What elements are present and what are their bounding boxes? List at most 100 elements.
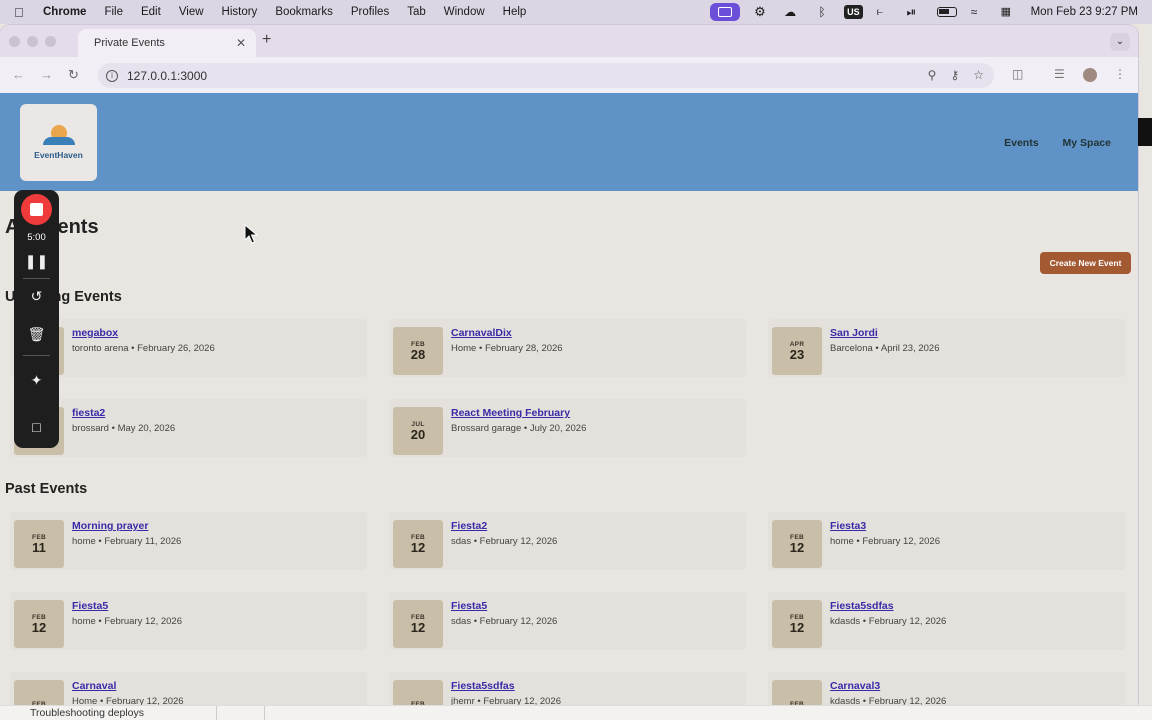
event-card[interactable]: FEB 12 Fiesta5sdfas kdasds • February 12, 2…	[768, 592, 1125, 650]
pause-icon[interactable]: ❚❚	[14, 253, 59, 270]
event-card[interactable]: fiesta2 brossard • May 20, 2026	[10, 399, 367, 457]
password-key-icon[interactable]: ⚷	[950, 68, 959, 82]
site-header: EventHaven Events My Space	[0, 93, 1138, 191]
event-card[interactable]: FEB Carnaval Home • February 12, 2026	[10, 672, 367, 705]
event-card[interactable]: JUL 20 React Meeting February Brossard gara…	[389, 399, 746, 457]
settings-gear-icon[interactable]: ⚙	[754, 5, 770, 18]
chrome-menu-icon[interactable]: ⋮	[1114, 67, 1126, 81]
event-date-badge: FEB 12	[14, 600, 64, 648]
bluetooth-icon[interactable]: ᛒ	[814, 6, 830, 18]
menu-history[interactable]: History	[222, 6, 258, 18]
camera-icon[interactable]: □	[14, 419, 59, 435]
url-text[interactable]: 127.0.0.1:3000	[127, 69, 207, 83]
screen-share-icon[interactable]	[710, 3, 741, 21]
event-card[interactable]: APR 23 San Jordi Barcelona • April 23, 2026	[768, 319, 1125, 377]
menu-help[interactable]: Help	[503, 6, 527, 18]
apple-icon[interactable]: 	[14, 5, 34, 20]
event-title-link[interactable]: Fiesta2	[451, 520, 487, 532]
event-title-link[interactable]: Fiesta5	[451, 600, 487, 612]
event-day: 23	[789, 346, 805, 362]
new-tab-icon[interactable]: +	[262, 31, 271, 49]
create-new-event-button[interactable]: Create New Event	[1040, 252, 1131, 274]
menu-edit[interactable]: Edit	[141, 6, 161, 18]
event-card[interactable]: FEB 12 Fiesta2 sdas • February 12, 2026	[389, 512, 746, 570]
recorder-divider	[23, 278, 50, 279]
wifi-icon[interactable]: ≈	[971, 6, 987, 18]
menu-bookmarks[interactable]: Bookmarks	[275, 6, 333, 18]
battery-icon[interactable]	[936, 7, 957, 17]
browser-window: Private Events ✕ + ⌄ ← → ↻ i 127.0.0.1:3…	[0, 25, 1138, 705]
control-center-icon[interactable]: ▦	[1001, 6, 1017, 18]
event-card[interactable]: FEB 12 Fiesta5 sdas • February 12, 2026	[389, 592, 746, 650]
cloud-icon[interactable]: ☁	[784, 6, 800, 18]
event-card[interactable]: megabox toronto arena • February 26, 2026	[10, 319, 367, 377]
event-location-date: home • February 12, 2026	[72, 616, 183, 627]
maximize-window-button[interactable]	[45, 36, 56, 47]
event-title-link[interactable]: CarnavalDix	[451, 327, 512, 339]
tab-search-chevron-icon[interactable]: ⌄	[1110, 33, 1130, 51]
event-card[interactable]: FEB 28 CarnavalDix Home • February 28, 2026	[389, 319, 746, 377]
taskbar-strip: Troubleshooting deploys	[0, 705, 1152, 720]
nav-events-link[interactable]: Events	[1004, 137, 1038, 149]
forward-arrow-icon[interactable]: →	[40, 67, 53, 82]
nav-my-space-link[interactable]: My Space	[1063, 137, 1111, 149]
background-window-edge	[1138, 118, 1152, 146]
page-viewport: EventHaven Events My Space Aents Create …	[0, 93, 1138, 705]
menubar-datetime[interactable]: Mon Feb 23 9:27 PM	[1031, 6, 1138, 18]
recording-timer: 5:00	[27, 232, 46, 243]
back-arrow-icon[interactable]: ←	[12, 67, 25, 82]
stop-recording-button[interactable]	[21, 194, 52, 225]
profile-avatar[interactable]	[1083, 68, 1097, 82]
event-title-link[interactable]: React Meeting February	[451, 407, 570, 419]
menubar-status-area: ⚙ ☁ ᛒ US ⥼ ⏯ ≈ ▦ Mon Feb 23 9:27 PM	[710, 0, 1138, 24]
tab-close-icon[interactable]: ✕	[236, 36, 246, 50]
event-location-date: sdas • February 12, 2026	[451, 536, 558, 547]
media-controls-icon[interactable]: ☰	[1054, 67, 1065, 81]
event-day: 28	[410, 346, 426, 362]
tab-strip: Private Events ✕ + ⌄	[0, 25, 1138, 57]
antenna-icon[interactable]: ⥼	[877, 6, 893, 18]
event-location-date: brossard • May 20, 2026	[72, 423, 176, 434]
event-day: 11	[32, 539, 46, 555]
extensions-puzzle-icon[interactable]: ◫	[1012, 67, 1023, 81]
event-title-link[interactable]: Morning prayer	[72, 520, 148, 532]
confetti-icon[interactable]: ✦	[14, 372, 59, 389]
site-info-icon[interactable]: i	[106, 69, 118, 82]
address-bar[interactable]: i 127.0.0.1:3000 ⚲ ⚷ ☆	[98, 63, 994, 88]
bookmark-star-icon[interactable]: ☆	[973, 68, 984, 82]
keyboard-input-badge[interactable]: US	[844, 5, 863, 19]
event-title-link[interactable]: fiesta2	[72, 407, 105, 419]
restart-icon[interactable]: ↺	[14, 288, 59, 305]
event-title-link[interactable]: Carnaval3	[830, 680, 880, 692]
minimize-window-button[interactable]	[27, 36, 38, 47]
event-title-link[interactable]: Fiesta5sdfas	[451, 680, 515, 692]
site-logo[interactable]: EventHaven	[20, 104, 97, 181]
event-title-link[interactable]: Fiesta5sdfas	[830, 600, 894, 612]
event-title-link[interactable]: San Jordi	[830, 327, 878, 339]
event-card[interactable]: FEB 12 Fiesta5 home • February 12, 2026	[10, 592, 367, 650]
event-title-link[interactable]: Carnaval	[72, 680, 116, 692]
event-date-badge: FEB	[14, 680, 64, 705]
play-circle-icon[interactable]: ⏯	[907, 6, 923, 18]
menu-window[interactable]: Window	[444, 6, 485, 18]
menu-view[interactable]: View	[179, 6, 204, 18]
event-title-link[interactable]: Fiesta5	[72, 600, 108, 612]
menu-tab[interactable]: Tab	[407, 6, 426, 18]
event-card[interactable]: FEB 12 Fiesta3 home • February 12, 2026	[768, 512, 1125, 570]
taskbar-item-text[interactable]: Troubleshooting deploys	[30, 707, 144, 719]
event-location-date: sdas • February 12, 2026	[451, 616, 558, 627]
menu-app-chrome[interactable]: Chrome	[43, 6, 86, 18]
event-card[interactable]: FEB Carnaval3 kdasds • February 12, 2026	[768, 672, 1125, 705]
menu-file[interactable]: File	[104, 6, 123, 18]
event-card[interactable]: FEB 11 Morning prayer home • February 11, 2…	[10, 512, 367, 570]
trash-icon[interactable]: 🗑	[14, 326, 59, 343]
menu-profiles[interactable]: Profiles	[351, 6, 389, 18]
event-title-link[interactable]: megabox	[72, 327, 118, 339]
zoom-icon[interactable]: ⚲	[928, 68, 937, 82]
reload-icon[interactable]: ↻	[68, 67, 79, 83]
tab-private-events[interactable]: Private Events ✕	[78, 29, 256, 57]
event-card[interactable]: FEB Fiesta5sdfas jhemr • February 12, 2026	[389, 672, 746, 705]
close-window-button[interactable]	[9, 36, 20, 47]
event-location-date: Brossard garage • July 20, 2026	[451, 423, 587, 434]
event-title-link[interactable]: Fiesta3	[830, 520, 866, 532]
